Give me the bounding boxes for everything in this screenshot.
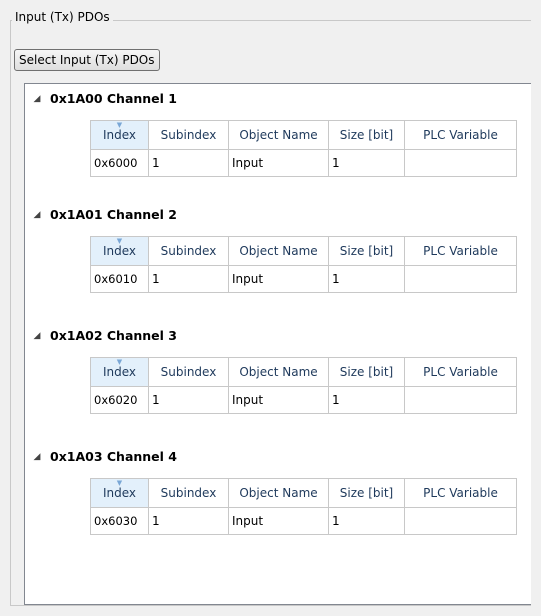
column-header-plc-variable[interactable]: PLC Variable (404, 478, 517, 508)
cell-size[interactable]: 1 (328, 507, 405, 535)
pdo-entries-table: ▼ Index Subindex Object Name Size [bit] P… (90, 357, 517, 414)
cell-object-name[interactable]: Input (228, 507, 329, 535)
expanded-triangle-icon[interactable]: ◢ (31, 326, 43, 346)
column-header-label: Index (102, 244, 137, 258)
tree-node-header[interactable]: ◢ 0x1A03 Channel 4 (25, 447, 531, 467)
column-header-object-name[interactable]: Object Name (228, 120, 329, 150)
table-header-row: ▼ Index Subindex Object Name Size [bit] P… (90, 236, 517, 266)
column-header-subindex[interactable]: Subindex (148, 236, 229, 266)
table-header-row: ▼ Index Subindex Object Name Size [bit] P… (90, 120, 517, 150)
cell-size[interactable]: 1 (328, 386, 405, 414)
column-header-label: Index (102, 128, 137, 142)
cell-index[interactable]: 0x6020 (90, 386, 149, 414)
column-header-label: Index (102, 365, 137, 379)
table-header-row: ▼ Index Subindex Object Name Size [bit] P… (90, 478, 517, 508)
cell-index[interactable]: 0x6030 (90, 507, 149, 535)
column-header-plc-variable[interactable]: PLC Variable (404, 236, 517, 266)
column-header-index[interactable]: ▼ Index (90, 236, 149, 266)
table-row[interactable]: 0x6030 1 Input 1 (90, 507, 517, 535)
cell-plc-variable[interactable] (404, 386, 517, 414)
cell-object-name[interactable]: Input (228, 265, 329, 293)
column-header-size[interactable]: Size [bit] (328, 478, 405, 508)
pdo-entries-table: ▼ Index Subindex Object Name Size [bit] P… (90, 236, 517, 293)
cell-object-name[interactable]: Input (228, 149, 329, 177)
column-header-size[interactable]: Size [bit] (328, 120, 405, 150)
table-row[interactable]: 0x6010 1 Input 1 (90, 265, 517, 293)
pdo-tree-panel[interactable]: ◢ 0x1A00 Channel 1 ▼ Index Subindex Objec… (24, 83, 531, 605)
cell-object-name[interactable]: Input (228, 386, 329, 414)
column-header-label: Index (102, 486, 137, 500)
sort-indicator-icon: ▼ (116, 121, 123, 130)
column-header-subindex[interactable]: Subindex (148, 478, 229, 508)
cell-plc-variable[interactable] (404, 265, 517, 293)
column-header-object-name[interactable]: Object Name (228, 236, 329, 266)
column-header-subindex[interactable]: Subindex (148, 120, 229, 150)
cell-size[interactable]: 1 (328, 149, 405, 177)
tree-node-header[interactable]: ◢ 0x1A02 Channel 3 (25, 326, 531, 346)
groupbox-title: Input (Tx) PDOs (12, 10, 113, 24)
tree-node-label: 0x1A02 Channel 3 (50, 328, 177, 343)
cell-subindex[interactable]: 1 (148, 265, 229, 293)
table-header-row: ▼ Index Subindex Object Name Size [bit] P… (90, 357, 517, 387)
column-header-index[interactable]: ▼ Index (90, 478, 149, 508)
cell-plc-variable[interactable] (404, 507, 517, 535)
tree-node-label: 0x1A01 Channel 2 (50, 207, 177, 222)
cell-subindex[interactable]: 1 (148, 149, 229, 177)
pdo-entries-table: ▼ Index Subindex Object Name Size [bit] P… (90, 120, 517, 177)
cell-subindex[interactable]: 1 (148, 507, 229, 535)
cell-index[interactable]: 0x6010 (90, 265, 149, 293)
column-header-subindex[interactable]: Subindex (148, 357, 229, 387)
select-input-pdos-button[interactable]: Select Input (Tx) PDOs (14, 49, 160, 71)
column-header-object-name[interactable]: Object Name (228, 478, 329, 508)
expanded-triangle-icon[interactable]: ◢ (31, 447, 43, 467)
expanded-triangle-icon[interactable]: ◢ (31, 205, 43, 225)
tree-node-header[interactable]: ◢ 0x1A01 Channel 2 (25, 205, 531, 225)
sort-indicator-icon: ▼ (116, 479, 123, 488)
tree-node-label: 0x1A00 Channel 1 (50, 91, 177, 106)
table-row[interactable]: 0x6000 1 Input 1 (90, 149, 517, 177)
sort-indicator-icon: ▼ (116, 358, 123, 367)
column-header-plc-variable[interactable]: PLC Variable (404, 120, 517, 150)
pdo-entries-table: ▼ Index Subindex Object Name Size [bit] P… (90, 478, 517, 535)
expanded-triangle-icon[interactable]: ◢ (31, 89, 43, 109)
cell-index[interactable]: 0x6000 (90, 149, 149, 177)
table-row[interactable]: 0x6020 1 Input 1 (90, 386, 517, 414)
column-header-size[interactable]: Size [bit] (328, 357, 405, 387)
cell-subindex[interactable]: 1 (148, 386, 229, 414)
tree-node-header[interactable]: ◢ 0x1A00 Channel 1 (25, 89, 531, 109)
column-header-object-name[interactable]: Object Name (228, 357, 329, 387)
cell-size[interactable]: 1 (328, 265, 405, 293)
column-header-size[interactable]: Size [bit] (328, 236, 405, 266)
tree-node-label: 0x1A03 Channel 4 (50, 449, 177, 464)
sort-indicator-icon: ▼ (116, 237, 123, 246)
column-header-index[interactable]: ▼ Index (90, 357, 149, 387)
column-header-plc-variable[interactable]: PLC Variable (404, 357, 517, 387)
column-header-index[interactable]: ▼ Index (90, 120, 149, 150)
cell-plc-variable[interactable] (404, 149, 517, 177)
